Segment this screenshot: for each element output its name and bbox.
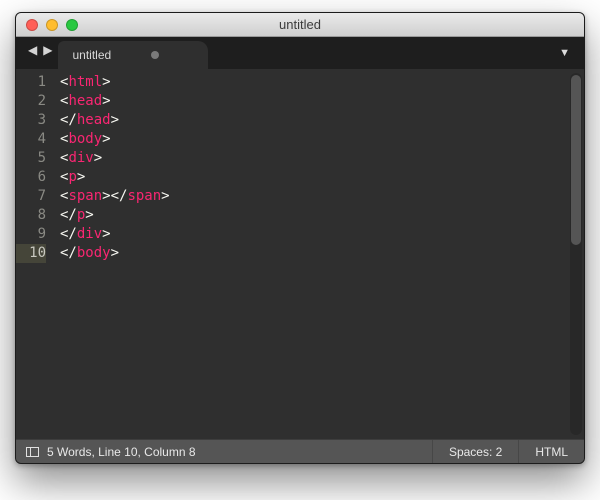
line-number: 5 [16,149,46,168]
code-line[interactable]: <div> [60,149,584,168]
code-line[interactable]: <p> [60,168,584,187]
scrollbar-thumb[interactable] [571,75,581,245]
code-line[interactable]: <span></span> [60,187,584,206]
tab-dropdown-icon[interactable]: ▼ [559,47,570,59]
line-gutter: 12345678910 [16,69,54,439]
code-line[interactable]: </head> [60,111,584,130]
code-line[interactable]: <html> [60,73,584,92]
code-editor[interactable]: 12345678910 <html><head></head><body><di… [16,69,584,439]
line-number: 3 [16,111,46,130]
indentation-selector[interactable]: Spaces: 2 [432,440,518,463]
line-number: 6 [16,168,46,187]
editor-window: untitled ◀ ▶ untitled ▼ 12345678910 <htm… [15,12,585,464]
line-number: 9 [16,225,46,244]
code-content[interactable]: <html><head></head><body><div><p><span><… [54,69,584,439]
tab-label: untitled [72,48,111,62]
titlebar[interactable]: untitled [16,13,584,37]
nav-forward-icon[interactable]: ▶ [43,43,52,57]
window-title: untitled [16,17,584,32]
code-line[interactable]: </p> [60,206,584,225]
line-number: 2 [16,92,46,111]
unsaved-indicator-icon [151,51,159,59]
scrollbar-track[interactable] [570,73,582,435]
code-line[interactable]: </div> [60,225,584,244]
tab-untitled[interactable]: untitled [58,41,208,69]
status-bar: 5 Words, Line 10, Column 8 Spaces: 2 HTM… [16,439,584,463]
code-line[interactable]: </body> [60,244,584,263]
line-number: 1 [16,73,46,92]
code-line[interactable]: <body> [60,130,584,149]
tab-history-nav: ◀ ▶ [24,37,58,69]
line-number: 4 [16,130,46,149]
line-number: 10 [16,244,46,263]
syntax-label: HTML [535,445,568,459]
status-info: 5 Words, Line 10, Column 8 [47,445,196,459]
sidebar-toggle-icon[interactable] [26,447,39,457]
tab-bar: ◀ ▶ untitled ▼ [16,37,584,69]
line-number: 8 [16,206,46,225]
line-number: 7 [16,187,46,206]
nav-back-icon[interactable]: ◀ [28,43,37,57]
code-line[interactable]: <head> [60,92,584,111]
syntax-selector[interactable]: HTML [518,440,584,463]
indentation-label: Spaces: 2 [449,445,502,459]
